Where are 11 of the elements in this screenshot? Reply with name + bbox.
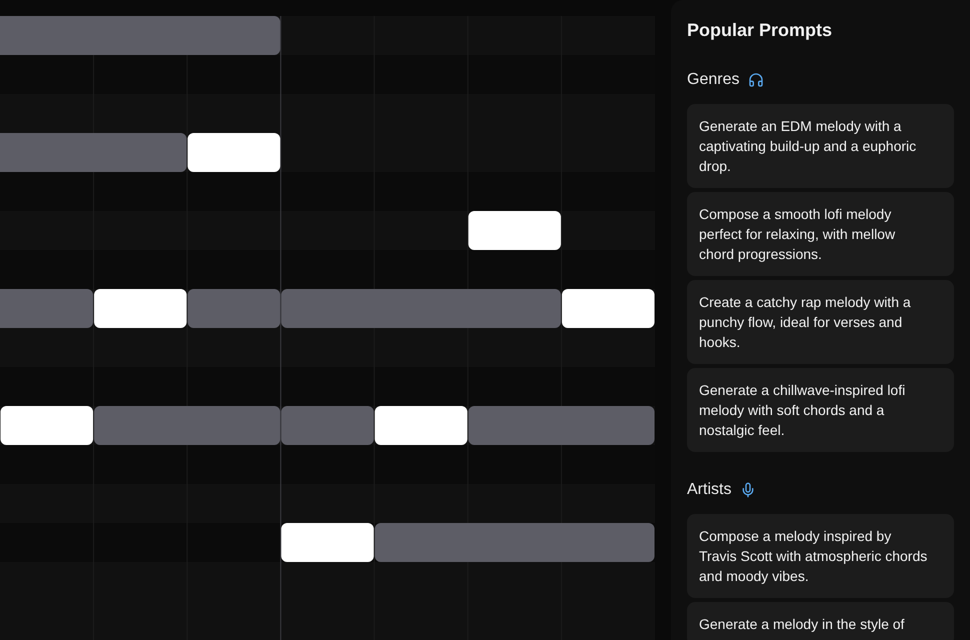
prompt-card[interactable]: Compose a smooth lofi melody perfect for relaxing, with mellow chord progressions. bbox=[687, 192, 954, 276]
prompt-card[interactable]: Generate a melody in the style of bbox=[687, 602, 954, 640]
headphones-icon bbox=[748, 72, 764, 88]
section-heading: Genres bbox=[687, 70, 740, 90]
microphone-icon bbox=[740, 482, 756, 498]
prompt-card[interactable]: Generate an EDM melody with a captivating build-up and a euphoric drop. bbox=[687, 104, 954, 188]
prompt-card[interactable]: Generate a chillwave-inspired lofi melody with soft chords and a nostalgic feel. bbox=[687, 368, 954, 452]
panel-title: Popular Prompts bbox=[687, 19, 834, 42]
section-heading: Artists bbox=[687, 480, 732, 500]
prompt-card[interactable]: Create a catchy rap melody with a punchy flow, ideal for verses and hooks. bbox=[687, 280, 954, 364]
prompt-card[interactable]: Compose a melody inspired by Travis Scott with atmospheric chords and moody vibes. bbox=[687, 514, 954, 598]
